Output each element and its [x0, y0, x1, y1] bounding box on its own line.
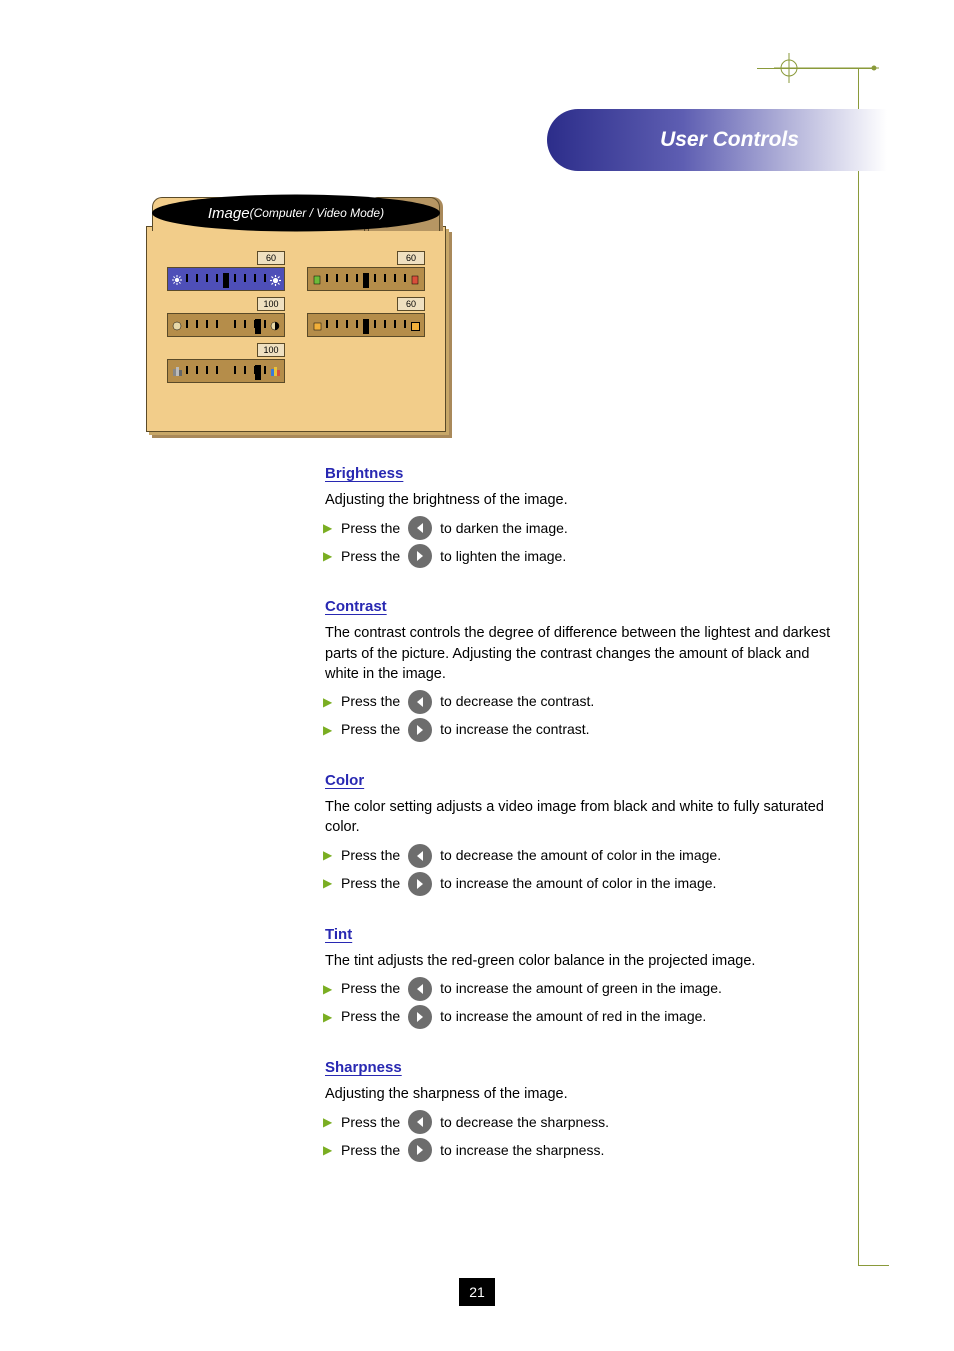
- contrast-low-icon: [171, 320, 183, 332]
- tint-red-icon: [409, 274, 421, 286]
- bullet-increase: ▶ Press the to increase the amount of co…: [323, 872, 845, 896]
- section-desc-en: Adjusting the brightness of the image.: [325, 490, 845, 510]
- right-arrow-button-icon: [408, 872, 432, 896]
- osd-panel-subtitle: (Computer / Video Mode): [250, 206, 385, 220]
- bullet-decrease: ▶ Press the to darken the image.: [323, 516, 845, 540]
- bullet-increase: ▶ Press the to increase the sharpness.: [323, 1138, 845, 1162]
- bullet-triangle-icon: ▶: [323, 875, 333, 892]
- slider-sharpness[interactable]: 60: [307, 305, 425, 337]
- slider-tint-value: 60: [397, 251, 425, 265]
- section-brightness: Brightness Adjusting the brightness of t…: [325, 463, 845, 568]
- sharpness-low-icon: [311, 320, 323, 332]
- osd-panel-title-oval: Image (Computer / Video Mode): [146, 192, 446, 234]
- section-desc-en: The contrast controls the degree of diff…: [325, 623, 845, 684]
- tint-green-icon: [311, 274, 323, 286]
- left-arrow-button-icon: [408, 1110, 432, 1134]
- slider-contrast-value: 100: [257, 297, 285, 311]
- right-arrow-button-icon: [408, 544, 432, 568]
- bullet-decrease: ▶ Press the to decrease the contrast.: [323, 690, 845, 714]
- bullet-increase: ▶ Press the to increase the amount of re…: [323, 1005, 845, 1029]
- bullet-triangle-icon: ▶: [323, 1142, 333, 1159]
- section-title-tint: Tint: [325, 924, 845, 945]
- bullet-triangle-icon: ▶: [323, 1114, 333, 1131]
- section-tint: Tint The tint adjusts the red-green colo…: [325, 924, 845, 1029]
- contrast-high-icon: [269, 320, 281, 332]
- bullet-triangle-icon: ▶: [323, 722, 333, 739]
- section-title-brightness: Brightness: [325, 463, 845, 484]
- bullet-triangle-icon: ▶: [323, 520, 333, 537]
- color-high-icon: [269, 366, 281, 378]
- osd-panel-body: Image 60 60 100: [146, 226, 446, 432]
- section-desc-en: The tint adjusts the red-green color bal…: [325, 951, 845, 971]
- bullet-decrease: ▶ Press the to decrease the sharpness.: [323, 1110, 845, 1134]
- right-arrow-button-icon: [408, 718, 432, 742]
- right-arrow-button-icon: [408, 1138, 432, 1162]
- content-body: Brightness Adjusting the brightness of t…: [325, 463, 845, 1190]
- bullet-increase: ▶ Press the to increase the contrast.: [323, 718, 845, 742]
- section-desc-en: Adjusting the sharpness of the image.: [325, 1084, 845, 1104]
- bullet-decrease: ▶ Press the to decrease the amount of co…: [323, 844, 845, 868]
- color-low-icon: [171, 366, 183, 378]
- left-arrow-button-icon: [408, 690, 432, 714]
- left-arrow-button-icon: [408, 516, 432, 540]
- bullet-triangle-icon: ▶: [323, 1009, 333, 1026]
- slider-brightness[interactable]: 60: [167, 259, 285, 291]
- bullet-triangle-icon: ▶: [323, 548, 333, 565]
- right-arrow-button-icon: [408, 1005, 432, 1029]
- section-title-contrast: Contrast: [325, 596, 845, 617]
- bullet-triangle-icon: ▶: [323, 694, 333, 711]
- crop-line-bottom: [859, 1265, 889, 1266]
- section-color: Color The color setting adjusts a video …: [325, 770, 845, 896]
- bullet-triangle-icon: ▶: [323, 847, 333, 864]
- slider-brightness-value: 60: [257, 251, 285, 265]
- sun-high-icon: [269, 274, 281, 286]
- slider-sharpness-value: 60: [397, 297, 425, 311]
- section-title-sharpness: Sharpness: [325, 1057, 845, 1078]
- bullet-decrease: ▶ Press the to increase the amount of gr…: [323, 977, 845, 1001]
- bullet-increase: ▶ Press the to lighten the image.: [323, 544, 845, 568]
- left-arrow-button-icon: [408, 844, 432, 868]
- section-desc-en: The color setting adjusts a video image …: [325, 797, 845, 838]
- left-arrow-button-icon: [408, 977, 432, 1001]
- bullet-triangle-icon: ▶: [323, 981, 333, 998]
- slider-color[interactable]: 100: [167, 351, 285, 383]
- section-sharpness: Sharpness Adjusting the sharpness of the…: [325, 1057, 845, 1162]
- page-section-header: User Controls: [547, 109, 887, 171]
- slider-tint[interactable]: 60: [307, 259, 425, 291]
- side-guideline: [858, 68, 859, 1266]
- section-contrast: Contrast The contrast controls the degre…: [325, 596, 845, 742]
- sun-low-icon: [171, 274, 183, 286]
- osd-panel-title: Image: [208, 205, 250, 222]
- sharpness-high-icon: [409, 320, 421, 332]
- slider-color-value: 100: [257, 343, 285, 357]
- section-title-color: Color: [325, 770, 845, 791]
- osd-panel: Image (Computer / Video Mode) Image 60 6…: [146, 192, 446, 432]
- slider-contrast[interactable]: 100: [167, 305, 285, 337]
- page-number: 21: [459, 1278, 495, 1306]
